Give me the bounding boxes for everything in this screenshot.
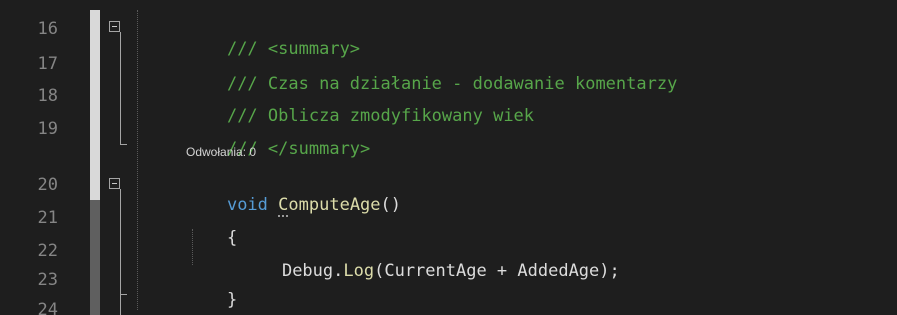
line-number-16: 16 [37,19,58,39]
line-number-19: 19 [37,119,58,139]
open-brace: { [226,228,238,248]
code-line-22: Debug.Log(CurrentAge + AddedAge); [241,241,620,301]
line-number-21: 21 [37,208,58,228]
line-number-18: 18 [37,86,58,106]
method-name[interactable]: omputeAge [288,195,380,215]
dot-operator: . [333,261,344,281]
fold-outline-line [120,32,121,144]
fold-outline-end [120,294,127,295]
line-number-20: 20 [37,175,58,195]
call-arguments: (CurrentAge + AddedAge); [374,261,620,281]
close-brace: } [226,290,238,310]
line-number-24: 24 [37,300,58,315]
change-indicator-saved [90,10,100,200]
collapse-icon[interactable] [109,178,120,189]
code-line-21: { [186,208,237,268]
method-parens: () [380,195,402,215]
code-editor[interactable]: 16 17 18 19 20 21 22 23 24 /// <summary>… [0,0,897,315]
method-name-first-char[interactable]: C [278,195,289,217]
indent-guide [137,10,138,310]
debug-class: Debug [281,261,334,281]
line-number-17: 17 [37,54,58,74]
log-method: Log [343,261,375,281]
code-line-23: } [186,270,237,315]
fold-outline-line [120,189,121,315]
collapse-icon[interactable] [109,21,120,32]
line-number-23: 23 [37,270,58,290]
codelens-references[interactable]: Odwołania: 0 [186,144,256,160]
doc-comment-tag: </summary> [267,139,371,159]
change-indicator-unsaved [90,200,100,315]
line-number-22: 22 [37,241,58,261]
fold-outline-end [120,144,127,145]
